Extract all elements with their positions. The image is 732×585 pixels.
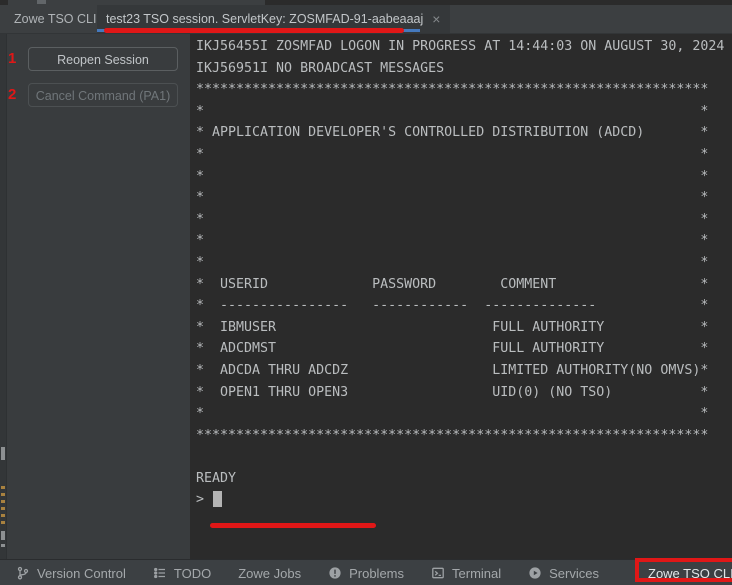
annotation-step-2: 2	[8, 86, 17, 103]
terminal-cursor[interactable]	[213, 491, 223, 508]
toolbar-item-terminal[interactable]: Terminal	[431, 566, 501, 581]
annotation-underline-prompt	[210, 523, 376, 528]
terminal-screen: IKJ56455I ZOSMFAD LOGON IN PROGRESS AT 1…	[190, 34, 732, 511]
toolbar-item-label: Zowe TSO CLI	[648, 565, 732, 581]
tab-title: test23 TSO session. ServletKey: ZOSMFAD-…	[106, 12, 424, 26]
session-actions-sidebar: 1 Reopen Session 2 Cancel Command (PA1)	[0, 34, 190, 559]
toolbar-item-version-control[interactable]: Version Control	[16, 566, 126, 581]
reopen-session-button[interactable]: Reopen Session	[28, 47, 178, 71]
git-branch-icon	[16, 566, 30, 580]
terminal-output: IKJ56455I ZOSMFAD LOGON IN PROGRESS AT 1…	[196, 39, 725, 508]
annotation-underline-tab	[104, 28, 404, 33]
tool-window-title: Zowe TSO CLI:	[14, 12, 100, 26]
toolbar-item-zowe-jobs[interactable]: Zowe Jobs	[238, 566, 301, 581]
tool-window-bar: Version Control TODO Zowe Jobs Problems …	[0, 557, 732, 585]
zowe-tso-cli-tool-window: Zowe TSO CLI: test23 TSO session. Servle…	[0, 0, 732, 585]
cancel-command-button: Cancel Command (PA1)	[28, 83, 178, 107]
services-icon	[528, 566, 542, 580]
todo-list-icon	[153, 566, 167, 580]
annotation-step-1: 1	[8, 50, 17, 67]
toolbar-item-services[interactable]: Services	[528, 566, 599, 581]
problems-icon	[328, 566, 342, 580]
toolbar-item-label: Zowe Jobs	[238, 565, 302, 581]
tool-window-header: Zowe TSO CLI: test23 TSO session. Servle…	[0, 5, 732, 34]
close-icon[interactable]: ×	[432, 12, 440, 26]
top-edge-icon	[37, 0, 46, 4]
toolbar-item-label: Version Control	[37, 565, 126, 581]
toolbar-item-zowe-tso-cli[interactable]: Zowe TSO CLI	[635, 557, 732, 582]
editor-stripe-sliver	[0, 34, 7, 559]
toolbar-item-label: Problems	[349, 565, 405, 581]
toolbar-item-label: Services	[549, 565, 599, 581]
toolbar-item-problems[interactable]: Problems	[328, 566, 404, 581]
toolbar-item-label: Terminal	[452, 565, 502, 581]
toolbar-item-todo[interactable]: TODO	[153, 566, 211, 581]
terminal-icon	[431, 566, 445, 580]
tso-terminal[interactable]: IKJ56455I ZOSMFAD LOGON IN PROGRESS AT 1…	[190, 34, 732, 559]
toolbar-item-label: TODO	[173, 565, 212, 581]
